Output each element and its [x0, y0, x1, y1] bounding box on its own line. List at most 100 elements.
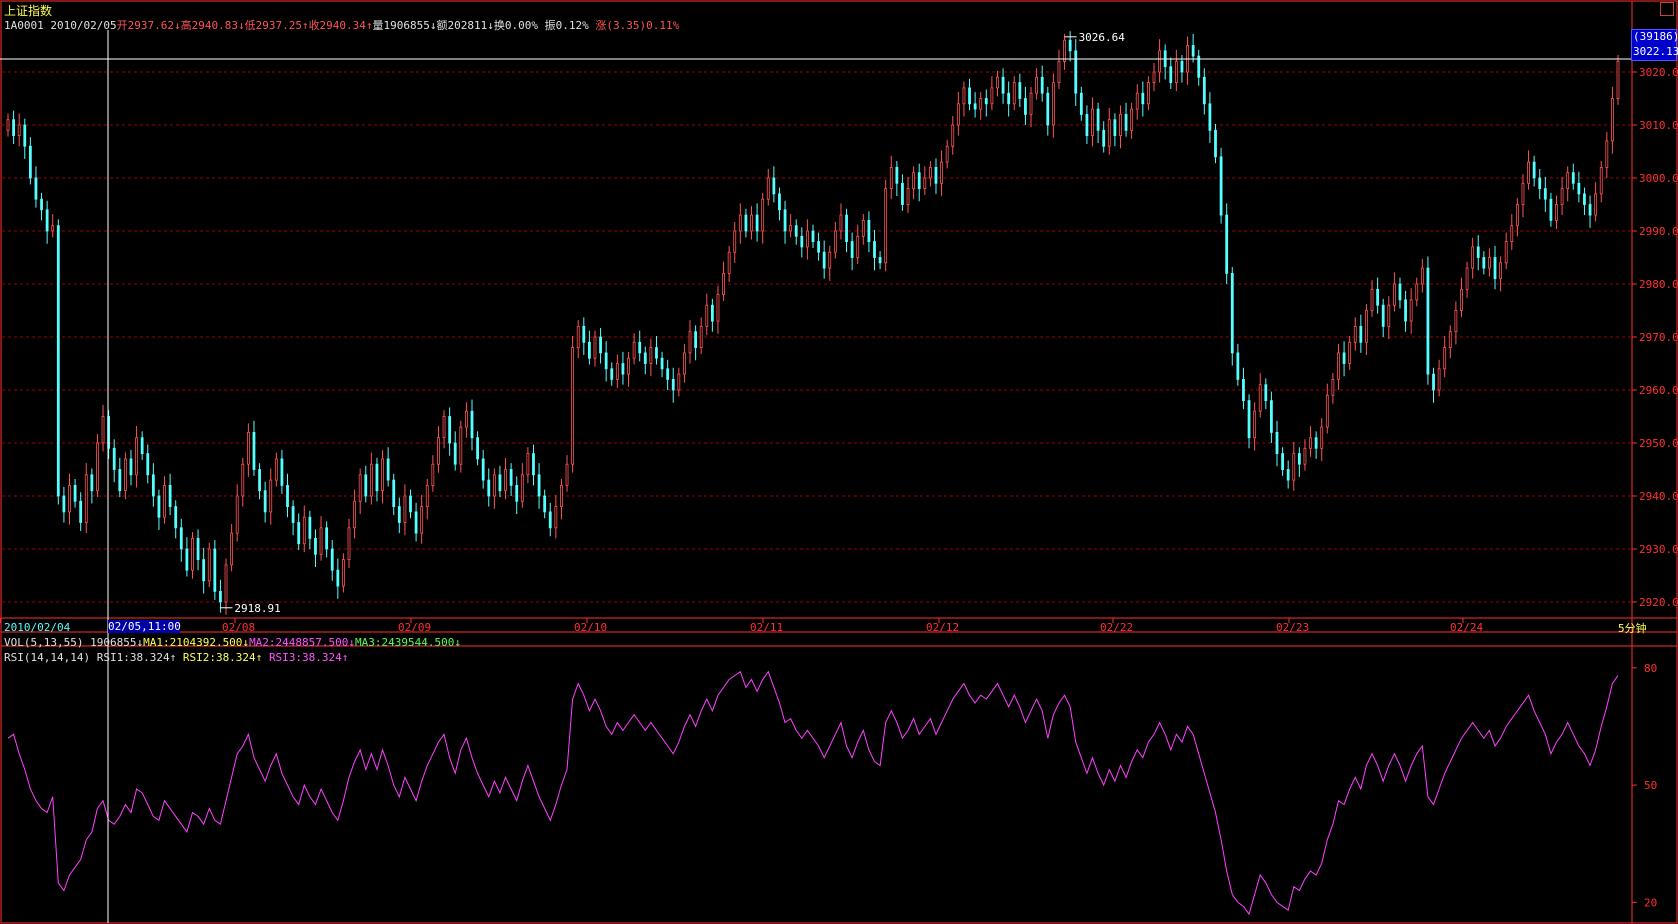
candle-body — [1409, 299, 1413, 322]
candle-body — [766, 177, 770, 200]
candle-body — [465, 410, 468, 428]
candle-body — [369, 463, 373, 497]
candle-body — [1046, 92, 1050, 126]
candle-body — [984, 98, 988, 105]
candle-body — [1057, 61, 1061, 84]
candle-body — [1488, 257, 1491, 269]
candle-body — [1359, 325, 1363, 343]
annotation-label: 2918.91 — [234, 602, 280, 615]
candle-body — [431, 463, 435, 486]
candle-body — [308, 516, 312, 539]
candle-body — [1465, 267, 1469, 290]
timeframe-label[interactable]: 5分钟 — [1618, 620, 1647, 636]
candle-body — [532, 453, 535, 476]
rsi-tick-label: 50 — [1644, 779, 1657, 792]
candle-body — [878, 257, 882, 264]
candle-body — [1024, 98, 1027, 115]
candle-body — [314, 538, 317, 555]
quote-amount: 额202811↓ — [436, 19, 494, 32]
candle-body — [319, 527, 323, 555]
candle-body — [845, 214, 848, 243]
candle-body — [73, 484, 77, 502]
price-tick-label: 2930.0 — [1639, 543, 1678, 556]
candle-body — [330, 548, 334, 571]
candle-body — [1337, 352, 1340, 380]
candle-body — [822, 251, 826, 269]
candle-body — [274, 458, 278, 481]
candle-body — [481, 458, 485, 481]
candle-body — [263, 490, 267, 513]
candle-body — [1532, 161, 1536, 179]
window-restore-icon[interactable] — [1660, 2, 1674, 16]
candle-body — [1191, 45, 1195, 57]
candle-body — [1012, 82, 1016, 105]
candle-body — [688, 331, 692, 354]
candle-body — [79, 500, 83, 523]
candle-body — [582, 325, 586, 343]
price-tick-label: 3000.0 — [1639, 172, 1678, 185]
vol-ma1: MA1:2104392.500↓ — [143, 636, 250, 649]
candle-body — [884, 188, 888, 264]
candle-body — [1527, 161, 1530, 184]
rsi3-value: RSI3:38.324↑ — [268, 651, 349, 664]
candle-body — [873, 241, 876, 258]
candle-body — [1063, 39, 1066, 62]
candle-body — [655, 347, 658, 359]
candle-body — [459, 426, 463, 465]
candle-body — [1588, 204, 1592, 216]
candle-body — [1392, 283, 1396, 306]
rsi-tick-label: 20 — [1644, 896, 1657, 909]
candle-body — [101, 416, 105, 444]
candle-body — [375, 463, 379, 492]
candle-body — [1448, 331, 1452, 349]
candle-body — [1426, 267, 1430, 375]
quote-volume: 量1906855↓ — [372, 19, 437, 32]
candle-body — [487, 479, 491, 497]
candle-body — [347, 527, 351, 560]
candle-body — [901, 182, 904, 205]
candle-body — [694, 331, 698, 349]
candle-body — [56, 225, 60, 497]
candle-body — [1079, 92, 1083, 115]
candle-body — [135, 437, 138, 476]
candle-body — [1230, 272, 1234, 354]
quote-date: 2010/02/05 — [50, 19, 117, 32]
candle-body — [509, 469, 513, 486]
candle-body — [6, 119, 10, 131]
candle-body — [1611, 98, 1614, 142]
candle-body — [246, 431, 250, 465]
candle-body — [1353, 325, 1357, 343]
candle-body — [1113, 119, 1117, 136]
candle-body — [783, 209, 787, 232]
crosshair[interactable] — [0, 30, 1632, 923]
quote-change: 涨(3.35)0.11% — [595, 19, 680, 32]
candle-body — [593, 336, 597, 359]
candle-body — [912, 172, 916, 189]
candle-body — [638, 341, 642, 354]
candle-body — [51, 225, 55, 232]
candle-body — [627, 357, 630, 375]
candle-body — [219, 591, 222, 603]
candle-body — [280, 458, 284, 486]
candle-body — [1007, 92, 1011, 105]
candle-body — [621, 363, 625, 375]
candle-body — [727, 251, 731, 274]
candle-body — [1147, 82, 1150, 105]
candle-body — [397, 506, 401, 523]
candle-body — [207, 548, 211, 582]
candle-body — [342, 559, 345, 587]
candle-body — [951, 124, 955, 147]
candle-body — [1091, 108, 1094, 136]
candle-body — [196, 538, 200, 561]
candle-body — [1152, 71, 1156, 84]
candle-body — [1605, 140, 1609, 168]
candle-body — [1135, 92, 1139, 110]
price-annotations: 3026.64 2918.91 — [220, 31, 1125, 615]
candle-body — [945, 145, 949, 163]
quote-turnover: 换0.00% — [493, 19, 539, 32]
candle-body — [1599, 166, 1603, 195]
candle-body — [1247, 400, 1251, 439]
last-price-value: 3022.13 — [1633, 45, 1678, 58]
candle-body — [118, 469, 122, 492]
candle-body — [224, 564, 228, 603]
